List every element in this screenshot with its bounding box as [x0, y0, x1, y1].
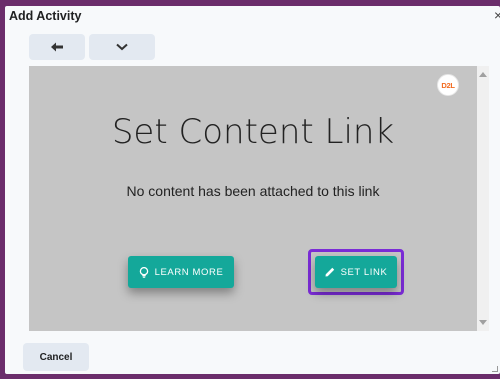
cancel-button[interactable]: Cancel: [23, 343, 89, 371]
page-title: Set Content Link: [111, 112, 395, 152]
resize-grip-icon[interactable]: [492, 366, 498, 372]
learn-more-label: LEARN MORE: [154, 266, 224, 278]
set-link-label: SET LINK: [340, 266, 388, 278]
lightbulb-icon: [139, 266, 148, 278]
chevron-down-icon: [116, 43, 128, 51]
close-icon[interactable]: ×: [494, 7, 500, 23]
dialog-title: Add Activity: [9, 9, 82, 23]
more-options-button[interactable]: [89, 34, 155, 60]
d2l-logo: D2L: [437, 74, 459, 96]
scroll-down-arrow-icon[interactable]: [479, 320, 487, 325]
add-activity-dialog: Add Activity × D2L Set Content Link No c…: [5, 6, 500, 374]
arrow-left-icon: [51, 42, 63, 52]
learn-more-button[interactable]: LEARN MORE: [128, 256, 234, 288]
back-button[interactable]: [29, 34, 85, 60]
content-frame: D2L Set Content Link No content has been…: [29, 66, 489, 331]
set-link-button[interactable]: SET LINK: [315, 256, 397, 288]
no-content-message: No content has been attached to this lin…: [126, 183, 380, 199]
pencil-icon: [325, 267, 334, 277]
scrollbar[interactable]: [477, 66, 489, 331]
scroll-up-arrow-icon[interactable]: [479, 72, 487, 77]
